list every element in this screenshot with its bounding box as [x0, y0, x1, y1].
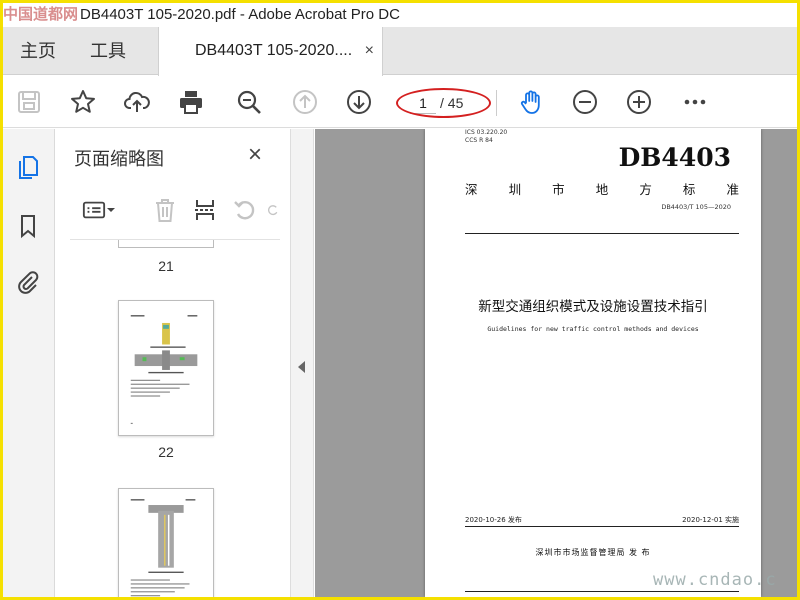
zoom-search-icon[interactable] — [233, 86, 265, 118]
ccs-line: CCS R 84 — [465, 137, 493, 144]
navigation-rail — [3, 129, 55, 597]
standard-type-char: 准 — [726, 182, 739, 197]
page-down-icon[interactable] — [343, 86, 375, 118]
standard-code: DB4403 — [618, 143, 731, 172]
standard-type-char: 方 — [639, 182, 652, 197]
document-title-en: Guidelines for new traffic control metho… — [487, 325, 699, 333]
document-page: ICS 03.220.20 CCS R 84 DB4403 深 圳 市 地 方 … — [425, 129, 761, 597]
panel-collapse-handle[interactable] — [290, 129, 314, 597]
ics-code: ICS 03.220.20 CCS R 84 — [465, 129, 507, 145]
page-up-icon[interactable] — [289, 86, 321, 118]
thumbnail-number: 21 — [158, 258, 174, 274]
tab-document[interactable]: DB4403T 105-2020.... × — [158, 27, 383, 76]
standard-type-char: 标 — [682, 182, 696, 197]
toolbar-divider — [496, 90, 497, 116]
star-icon[interactable] — [67, 86, 99, 118]
main-toolbar: 1 / 45 — [3, 76, 797, 128]
close-tab-icon[interactable]: × — [365, 27, 374, 75]
standard-type: 深 圳 市 地 方 标 准 — [465, 179, 739, 198]
attachment-icon[interactable] — [11, 265, 45, 299]
thumbnail-number: 22 — [158, 444, 174, 460]
thumbnail-page-22[interactable] — [118, 300, 214, 436]
document-viewport[interactable]: ICS 03.220.20 CCS R 84 DB4403 深 圳 市 地 方 … — [315, 129, 797, 597]
tab-home[interactable]: 主页 — [13, 27, 63, 75]
upload-cloud-icon[interactable] — [121, 86, 153, 118]
watermark-text: 中国道都网 — [3, 5, 79, 23]
zoom-out-icon[interactable] — [569, 86, 601, 118]
more-icon[interactable] — [679, 86, 711, 118]
page-thumbnails-icon[interactable] — [11, 149, 45, 183]
ics-line: ICS 03.220.20 — [465, 129, 508, 136]
bookmark-icon[interactable] — [11, 209, 45, 243]
page-indicator: 1 / 45 — [396, 88, 491, 118]
thumbnail-options-menu[interactable] — [76, 195, 122, 225]
highlight-ring — [396, 88, 491, 118]
divider-line — [465, 591, 739, 592]
window-title: DB4403T 105-2020.pdf - Adobe Acrobat Pro… — [80, 6, 400, 23]
rotate-cw-icon[interactable] — [266, 195, 280, 225]
print-icon[interactable] — [175, 86, 207, 118]
thumbnail-preview — [130, 499, 196, 597]
tab-tools[interactable]: 工具 — [83, 27, 133, 75]
rotate-icon[interactable] — [230, 195, 260, 225]
thumbnail-list: 21 22 — [70, 239, 280, 597]
collapse-arrow-icon — [298, 361, 305, 373]
thumbnail-page-23[interactable] — [118, 488, 214, 597]
extract-page-icon[interactable] — [190, 195, 220, 225]
thumbnails-panel: 页面缩略图 × 21 22 — [56, 129, 286, 597]
divider-line — [465, 233, 739, 234]
zoom-in-icon[interactable] — [623, 86, 655, 118]
issuing-authority: 深圳市市场监督管理局 发 布 — [535, 548, 651, 557]
document-tab-label: DB4403T 105-2020.... — [195, 42, 353, 59]
thumbnail-preview — [130, 315, 198, 425]
issue-date: 2020-10-26 发布 — [465, 516, 522, 524]
tab-bar: 主页 工具 DB4403T 105-2020.... × — [3, 27, 797, 76]
trash-icon[interactable] — [150, 195, 180, 225]
chevron-down-icon — [107, 208, 115, 212]
document-title-zh: 新型交通组织模式及设施设置技术指引 — [478, 299, 708, 315]
standard-type-char: 深 — [465, 182, 478, 197]
divider-line — [465, 526, 739, 527]
close-panel-icon[interactable]: × — [248, 143, 262, 167]
standard-type-char: 市 — [552, 182, 565, 197]
standard-type-char: 地 — [595, 182, 609, 197]
standard-type-char: 圳 — [508, 182, 522, 197]
standard-number: DB4403/T 105—2020 — [661, 203, 731, 211]
panel-title: 页面缩略图 — [74, 149, 164, 169]
footer-watermark: www.cndao.c — [653, 570, 777, 590]
title-bar: 中国道都网 DB4403T 105-2020.pdf - Adobe Acroba… — [3, 3, 797, 27]
thumbnail-toolbar — [70, 191, 280, 231]
save-icon[interactable] — [13, 86, 45, 118]
app-window: 中国道都网 DB4403T 105-2020.pdf - Adobe Acroba… — [3, 3, 797, 597]
implementation-date: 2020-12-01 实施 — [682, 516, 739, 524]
hand-icon[interactable] — [515, 86, 547, 118]
thumbnail-partial[interactable] — [118, 240, 214, 248]
